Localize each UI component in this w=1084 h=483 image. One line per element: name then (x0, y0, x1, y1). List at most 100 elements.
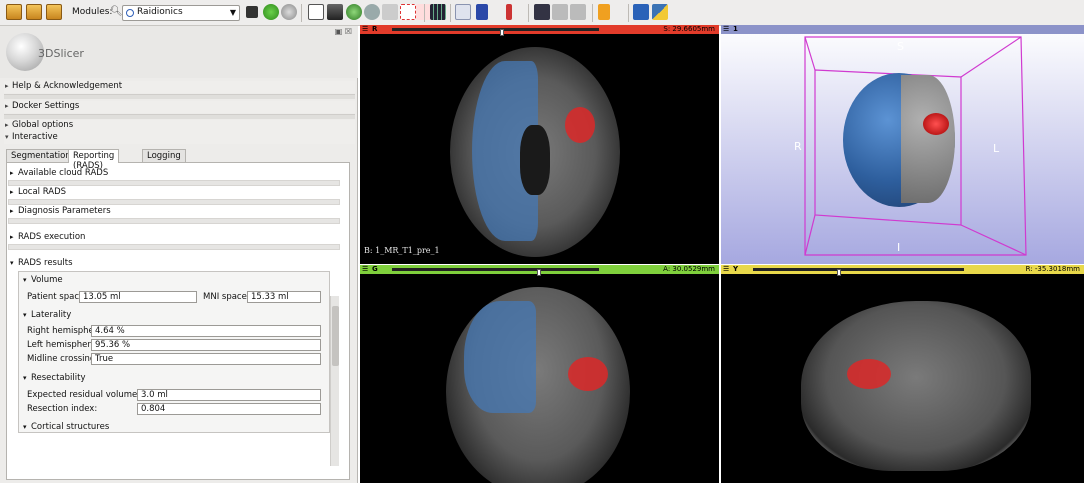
subsection-local-rads[interactable]: ▸ Local RADS (8, 187, 340, 198)
subsection-label: Diagnosis Parameters (18, 206, 111, 216)
chevron-right-icon: ▸ (5, 82, 9, 90)
pin-icon[interactable]: ☰ (362, 265, 368, 273)
section-interactive[interactable]: ▾ Interactive (4, 132, 355, 144)
python-icon[interactable] (652, 4, 668, 20)
scene-view-icon[interactable] (552, 4, 568, 20)
module-icon (126, 9, 134, 17)
green-slice-offset: A: 30.0529mm (663, 265, 715, 273)
box-edge (804, 36, 816, 71)
back-icon[interactable] (263, 4, 279, 20)
subsection-cloud-rads[interactable]: ▸ Available cloud RADS (8, 168, 340, 179)
slider-knob[interactable] (499, 29, 504, 36)
midline-crossing-field[interactable]: True (91, 353, 321, 365)
module-panel: 3DSlicer ▣ ☒ ▸ Help & Acknowledgement ▸ … (0, 26, 358, 483)
section-divider (4, 114, 355, 119)
orientation-inferior: I (897, 241, 901, 254)
section-laterality[interactable]: ▾ Laterality (21, 310, 327, 321)
panel-dock-buttons[interactable]: ▣ ☒ (335, 27, 352, 36)
slider-knob[interactable] (536, 269, 541, 276)
section-docker-label: Docker Settings (12, 101, 80, 111)
red-slice-view[interactable]: ☰ R S: 29.6605mm B: 1_MR_T1_pre_1 (360, 25, 719, 264)
search-icon[interactable]: 🔍︎ (110, 6, 123, 17)
box-edge (960, 224, 1027, 256)
subsection-divider (8, 218, 340, 224)
green-slice-slider[interactable] (392, 268, 599, 276)
transforms-icon[interactable] (364, 4, 380, 20)
subsection-diagnosis-parameters[interactable]: ▸ Diagnosis Parameters (8, 206, 340, 217)
extension-icon[interactable] (633, 4, 649, 20)
markups-icon[interactable] (346, 4, 362, 20)
subsection-divider (8, 244, 340, 250)
yellow-view-name: Y (733, 265, 739, 273)
section-global-label: Global options (12, 120, 74, 130)
section-interactive-label: Interactive (12, 132, 58, 142)
pin-icon[interactable]: ☰ (723, 265, 729, 273)
section-resectability[interactable]: ▾ Resectability (21, 373, 327, 384)
green-view-controller[interactable]: ☰ G A: 30.0529mm (360, 265, 719, 276)
sagittal-brain-image (801, 301, 1031, 471)
section-help[interactable]: ▸ Help & Acknowledgement (4, 81, 355, 93)
tab-logging[interactable]: Logging (142, 149, 186, 162)
modules-label: Modules: (72, 7, 113, 17)
green-slice-view[interactable]: ☰ G A: 30.0529mm (360, 265, 719, 483)
tumor-3d-render (923, 113, 949, 135)
segment-editor-icon[interactable] (400, 4, 416, 20)
place-fiducial-icon[interactable] (476, 4, 488, 20)
layout-icon[interactable] (430, 4, 446, 20)
section-cortical-structures[interactable]: ▾ Cortical structures (21, 422, 327, 432)
data-icon[interactable] (382, 4, 398, 20)
section-resectability-title: Resectability (31, 373, 86, 383)
module-selector[interactable]: Raidionics ▼ (122, 5, 240, 21)
models-icon[interactable] (308, 4, 324, 20)
rads-results-frame: ▾ Volume Patient space: 13.05 ml MNI spa… (18, 271, 330, 433)
toolbar-separator (301, 4, 302, 22)
tab-segmentation[interactable]: Segmentation (6, 149, 76, 162)
scrollbar-thumb[interactable] (332, 306, 339, 366)
orientation-right: R (794, 140, 802, 153)
red-view-controller[interactable]: ☰ R S: 29.6605mm (360, 25, 719, 36)
subsection-label: RADS execution (18, 232, 86, 242)
results-scrollbar[interactable] (330, 296, 339, 466)
screenshot-icon[interactable] (534, 4, 550, 20)
residual-volume-field[interactable]: 3.0 ml (137, 389, 321, 401)
ventricle-shape (520, 125, 550, 195)
pan-icon[interactable] (598, 4, 610, 20)
subsection-rads-execution[interactable]: ▸ RADS execution (8, 232, 340, 243)
section-global-options[interactable]: ▸ Global options (4, 120, 355, 132)
resection-index-field[interactable]: 0.804 (137, 403, 321, 415)
resection-index-label: Resection index: (27, 404, 98, 414)
record-icon[interactable] (570, 4, 586, 20)
pin-icon[interactable]: ☰ (362, 25, 368, 33)
section-volume-title: Volume (31, 275, 63, 285)
threed-view[interactable]: ☰ 1 S I R L (721, 25, 1084, 264)
segmentation-blue-overlay (464, 301, 536, 413)
patient-space-field[interactable]: 13.05 ml (79, 291, 197, 303)
volume-name-label: B: 1_MR_T1_pre_1 (364, 246, 440, 255)
tab-reporting-rads[interactable]: Reporting (RADS) (68, 149, 120, 171)
left-hemisphere-field[interactable]: 95.36 % (91, 339, 321, 351)
crosshair-icon[interactable] (506, 4, 512, 20)
yellow-slice-slider[interactable] (753, 268, 964, 276)
tumor-red-overlay (568, 357, 608, 391)
mni-space-field[interactable]: 15.33 ml (247, 291, 321, 303)
yellow-view-controller[interactable]: ☰ Y R: -35.3018mm (721, 265, 1084, 276)
python-console-icon[interactable] (246, 6, 258, 18)
slider-knob[interactable] (837, 269, 842, 276)
pointer-icon[interactable] (455, 4, 471, 20)
forward-icon[interactable] (281, 4, 297, 20)
volumes-icon[interactable] (327, 4, 343, 20)
right-hemisphere-field[interactable]: 4.64 % (91, 325, 321, 337)
save-icon[interactable] (46, 4, 62, 20)
yellow-slice-view[interactable]: ☰ Y R: -35.3018mm (721, 265, 1084, 483)
section-cortical-title: Cortical structures (31, 422, 110, 432)
load-data-icon[interactable] (6, 4, 22, 20)
section-volume[interactable]: ▾ Volume (21, 275, 327, 286)
section-divider (4, 94, 355, 99)
chevron-down-icon: ▼ (229, 8, 236, 17)
section-docker[interactable]: ▸ Docker Settings (4, 101, 355, 113)
subsection-rads-results[interactable]: ▾ RADS results (8, 258, 340, 269)
box-edge (960, 36, 1022, 78)
red-slice-slider[interactable] (392, 28, 599, 36)
section-laterality-title: Laterality (31, 310, 72, 320)
load-dicom-icon[interactable] (26, 4, 42, 20)
